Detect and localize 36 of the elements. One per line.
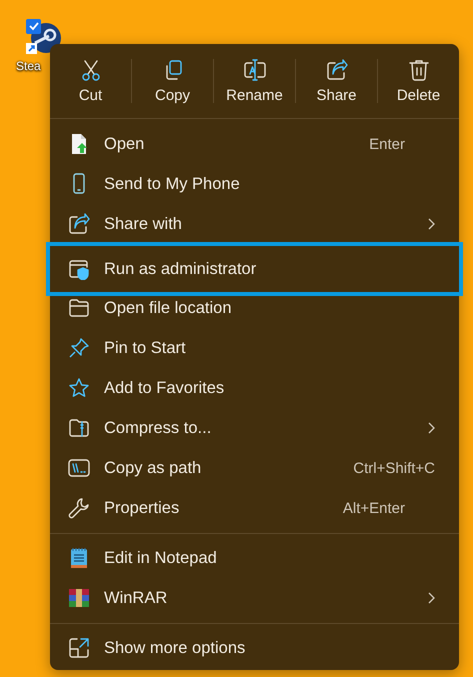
menu-item[interactable]: Pin to Start <box>50 328 459 368</box>
toolbar-button[interactable]: Cut <box>50 50 131 112</box>
share-icon <box>68 213 90 235</box>
toolbar-button[interactable]: Rename <box>214 50 295 112</box>
menu-item[interactable]: Compress to... <box>50 408 459 448</box>
menu-item[interactable]: Open Enter <box>50 124 459 164</box>
scissors-icon <box>80 58 100 80</box>
shortcut-label: Ctrl+Shift+C <box>353 460 435 476</box>
shortcut-label: Alt+Enter <box>342 500 405 516</box>
menu-item[interactable]: WinRAR <box>50 578 459 618</box>
rename-icon <box>244 58 266 80</box>
path-icon <box>68 458 90 478</box>
menu-item[interactable]: Show more options <box>50 628 459 668</box>
expand-icon <box>68 637 90 659</box>
document-icon <box>69 133 89 155</box>
menu-item[interactable]: Properties Alt+Enter <box>50 488 459 528</box>
notepad-icon <box>69 547 89 569</box>
toolbar-button[interactable]: Share <box>296 50 377 112</box>
star-icon <box>68 377 90 399</box>
books-icon <box>68 588 90 608</box>
menu-item[interactable]: Edit in Notepad <box>50 538 459 578</box>
menu-item[interactable]: Share with <box>50 204 459 244</box>
toolbar-button[interactable]: Copy <box>132 50 213 112</box>
shield-window-icon <box>68 258 90 280</box>
trash-icon <box>408 58 428 80</box>
app-shortcut-label: Stea <box>16 59 41 73</box>
toolbar-button[interactable]: Delete <box>378 50 459 112</box>
zip-folder-icon <box>68 418 90 438</box>
pin-icon <box>68 337 90 359</box>
share-icon <box>326 58 348 80</box>
menu-item[interactable]: Add to Favorites <box>50 368 459 408</box>
menu-item[interactable]: Copy as path Ctrl+Shift+C <box>50 448 459 488</box>
folder-icon <box>68 298 90 318</box>
wrench-icon <box>68 497 90 519</box>
menu-item[interactable]: Send to My Phone <box>50 164 459 204</box>
shortcut-label: Enter <box>369 136 405 152</box>
